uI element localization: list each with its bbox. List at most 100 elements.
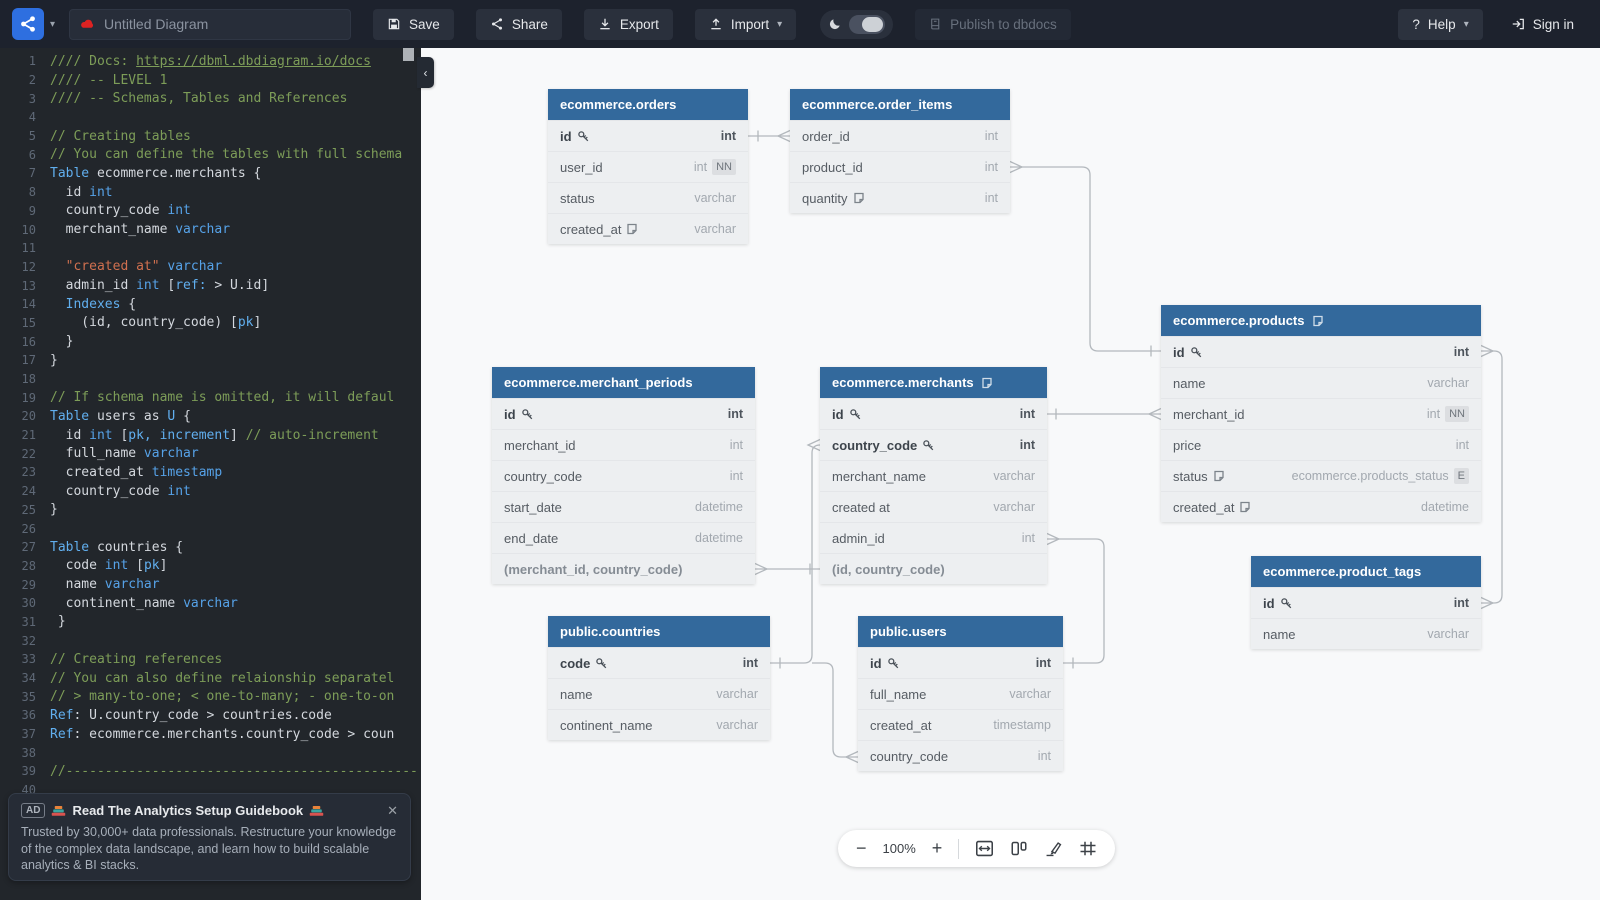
- code-line[interactable]: 28 code int [pk]: [0, 557, 421, 576]
- table-row-id[interactable]: idint: [548, 120, 748, 151]
- code-line[interactable]: 18: [0, 370, 421, 389]
- code-line[interactable]: 9 country_code int: [0, 202, 421, 221]
- code-line[interactable]: 21 id int [pk, increment] // auto-increm…: [0, 426, 421, 445]
- table-header[interactable]: public.users: [858, 616, 1063, 647]
- table-card-ecommerce-order_items[interactable]: ecommerce.order_itemsorder_idintproduct_…: [790, 89, 1010, 213]
- share-button[interactable]: Share: [476, 9, 562, 40]
- table-card-ecommerce-merchants[interactable]: ecommerce.merchantsidintcountry_codeintm…: [820, 367, 1047, 584]
- table-row-admin_id[interactable]: admin_idint: [820, 522, 1047, 553]
- code-line[interactable]: 16 }: [0, 332, 421, 351]
- table-card-ecommerce-products[interactable]: ecommerce.productsidintnamevarcharmercha…: [1161, 305, 1481, 522]
- table-row-id[interactable]: idint: [492, 398, 755, 429]
- code-line[interactable]: 39//------------------------------------…: [0, 762, 421, 781]
- table-header[interactable]: ecommerce.orders: [548, 89, 748, 120]
- code-line[interactable]: 12 "created at" varchar: [0, 258, 421, 277]
- code-line[interactable]: 38: [0, 743, 421, 762]
- table-row-status[interactable]: statusecommerce.products_statusE: [1161, 460, 1481, 491]
- code-line[interactable]: 3//// -- Schemas, Tables and References: [0, 89, 421, 108]
- relationship-countries.code-merchants.country_code[interactable]: [770, 445, 820, 663]
- table-header[interactable]: ecommerce.merchants: [820, 367, 1047, 398]
- code-line[interactable]: 10 merchant_name varchar: [0, 220, 421, 239]
- code-line[interactable]: 37Ref: ecommerce.merchants.country_code …: [0, 725, 421, 744]
- table-row-merchant_name[interactable]: merchant_namevarchar: [820, 460, 1047, 491]
- code-line[interactable]: 33// Creating references: [0, 650, 421, 669]
- diagram-canvas[interactable]: ecommerce.ordersidintuser_idintNNstatusv…: [421, 48, 1600, 900]
- table-row-code[interactable]: codeint: [548, 647, 770, 678]
- code-line[interactable]: 7Table ecommerce.merchants {: [0, 164, 421, 183]
- code-line[interactable]: 8 id int: [0, 183, 421, 202]
- table-row-country_code[interactable]: country_codeint: [820, 429, 1047, 460]
- collapse-editor-button[interactable]: ‹: [417, 57, 434, 88]
- table-row-merchant_id[interactable]: merchant_idintNN: [1161, 398, 1481, 429]
- sign-in-button[interactable]: Sign in: [1497, 9, 1588, 40]
- table-row-id[interactable]: idint: [1251, 587, 1481, 618]
- code-line[interactable]: 1//// Docs: https://dbml.dbdiagram.io/do…: [0, 52, 421, 71]
- table-row-createdat[interactable]: created atvarchar: [820, 491, 1047, 522]
- zoom-out-button[interactable]: −: [856, 838, 867, 859]
- import-button[interactable]: Import ▾: [695, 9, 796, 40]
- table-row-quantity[interactable]: quantityint: [790, 182, 1010, 213]
- table-header[interactable]: ecommerce.product_tags: [1251, 556, 1481, 587]
- editor-scrollbar[interactable]: [403, 48, 414, 900]
- code-line[interactable]: 35// > many-to-one; < one-to-many; - one…: [0, 687, 421, 706]
- table-row-order_id[interactable]: order_idint: [790, 120, 1010, 151]
- dbml-code-editor[interactable]: 1//// Docs: https://dbml.dbdiagram.io/do…: [0, 48, 421, 900]
- table-row-id[interactable]: idint: [1161, 336, 1481, 367]
- code-line[interactable]: 29 name varchar: [0, 575, 421, 594]
- table-row-country_code[interactable]: country_codeint: [858, 740, 1063, 771]
- ad-title[interactable]: Read The Analytics Setup Guidebook: [72, 803, 303, 818]
- code-line[interactable]: 17}: [0, 351, 421, 370]
- table-row-status[interactable]: statusvarchar: [548, 182, 748, 213]
- table-row-product_id[interactable]: product_idint: [790, 151, 1010, 182]
- save-button[interactable]: Save: [373, 9, 454, 40]
- table-card-public-countries[interactable]: public.countriescodeintnamevarcharcontin…: [548, 616, 770, 740]
- code-line[interactable]: 32: [0, 631, 421, 650]
- code-line[interactable]: 5// Creating tables: [0, 127, 421, 146]
- code-line[interactable]: 27Table countries {: [0, 538, 421, 557]
- code-line[interactable]: 36Ref: U.country_code > countries.code: [0, 706, 421, 725]
- table-row-name[interactable]: namevarchar: [1161, 367, 1481, 398]
- code-line[interactable]: 14 Indexes {: [0, 295, 421, 314]
- dark-mode-toggle[interactable]: [820, 10, 893, 39]
- table-row-continent_name[interactable]: continent_namevarchar: [548, 709, 770, 740]
- table-header[interactable]: public.countries: [548, 616, 770, 647]
- code-line[interactable]: 26: [0, 519, 421, 538]
- code-line[interactable]: 19// If schema name is omitted, it will …: [0, 388, 421, 407]
- table-card-ecommerce-orders[interactable]: ecommerce.ordersidintuser_idintNNstatusv…: [548, 89, 748, 244]
- logo-caret-icon[interactable]: ▾: [50, 19, 55, 30]
- table-row-full_name[interactable]: full_namevarchar: [858, 678, 1063, 709]
- table-card-public-users[interactable]: public.usersidintfull_namevarcharcreated…: [858, 616, 1063, 771]
- table-row-end_date[interactable]: end_datedatetime: [492, 522, 755, 553]
- table-row-idcountry_code[interactable]: (id, country_code): [820, 553, 1047, 584]
- relationship-products.id-product_tags.id[interactable]: [1481, 351, 1502, 603]
- table-row-id[interactable]: idint: [820, 398, 1047, 429]
- fit-to-screen-button[interactable]: [975, 840, 994, 857]
- code-line[interactable]: 24 country_code int: [0, 482, 421, 501]
- code-line[interactable]: 6// You can define the tables with full …: [0, 145, 421, 164]
- code-line[interactable]: 2//// -- LEVEL 1: [0, 71, 421, 90]
- zoom-in-button[interactable]: +: [932, 838, 943, 859]
- code-line[interactable]: 11: [0, 239, 421, 258]
- code-line[interactable]: 34// You can also define relaionship sep…: [0, 669, 421, 688]
- code-line[interactable]: 31 }: [0, 613, 421, 632]
- table-row-name[interactable]: namevarchar: [1251, 618, 1481, 649]
- relationship-countries.code-users.country_code[interactable]: [812, 663, 858, 757]
- publish-dbdocs-button[interactable]: Publish to dbdocs: [915, 9, 1071, 40]
- code-line[interactable]: 23 created_at timestamp: [0, 463, 421, 482]
- relationship-order_items.product_id-products.id[interactable]: [1010, 167, 1161, 351]
- code-line[interactable]: 4: [0, 108, 421, 127]
- editor-scrollbar-thumb[interactable]: [403, 48, 414, 61]
- app-logo[interactable]: [12, 8, 44, 40]
- table-card-ecommerce-merchant_periods[interactable]: ecommerce.merchant_periodsidintmerchant_…: [492, 367, 755, 584]
- table-row-created_at[interactable]: created_attimestamp: [858, 709, 1063, 740]
- table-card-ecommerce-product_tags[interactable]: ecommerce.product_tagsidintnamevarchar: [1251, 556, 1481, 649]
- code-line[interactable]: 30 continent_name varchar: [0, 594, 421, 613]
- help-button[interactable]: ? Help ▾: [1398, 9, 1482, 40]
- auto-arrange-button[interactable]: [1010, 840, 1028, 857]
- table-row-name[interactable]: namevarchar: [548, 678, 770, 709]
- code-line[interactable]: 15 (id, country_code) [pk]: [0, 314, 421, 333]
- ad-close-icon[interactable]: ✕: [387, 804, 398, 817]
- code-line[interactable]: 20Table users as U {: [0, 407, 421, 426]
- code-line[interactable]: 22 full_name varchar: [0, 444, 421, 463]
- table-row-user_id[interactable]: user_idintNN: [548, 151, 748, 182]
